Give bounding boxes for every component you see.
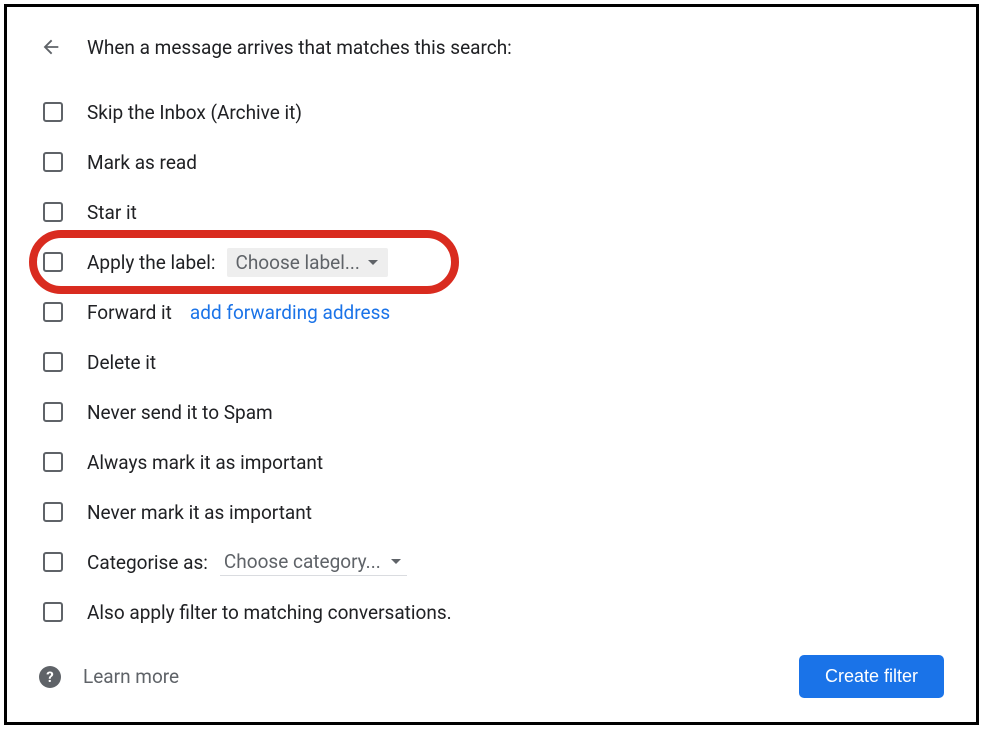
- text-apply-label: Apply the label:: [87, 251, 215, 274]
- option-apply-label: Apply the label: Choose label...: [41, 237, 944, 287]
- option-never-spam: Never send it to Spam: [41, 387, 944, 437]
- option-delete-it: Delete it: [41, 337, 944, 387]
- label-mark-read: Mark as read: [87, 151, 197, 174]
- dropdown-choose-label-text: Choose label...: [235, 251, 359, 274]
- link-learn-more[interactable]: Learn more: [83, 665, 179, 688]
- checkbox-delete-it[interactable]: [43, 352, 63, 372]
- option-mark-read: Mark as read: [41, 137, 944, 187]
- label-always-important: Always mark it as important: [87, 451, 323, 474]
- option-always-important: Always mark it as important: [41, 437, 944, 487]
- label-skip-inbox: Skip the Inbox (Archive it): [87, 101, 302, 124]
- label-also-apply: Also apply filter to matching conversati…: [87, 601, 452, 624]
- back-arrow-icon[interactable]: [39, 35, 63, 59]
- label-apply-label: Apply the label: Choose label...: [87, 248, 388, 277]
- option-skip-inbox: Skip the Inbox (Archive it): [41, 87, 944, 137]
- checkbox-star-it[interactable]: [43, 202, 63, 222]
- label-forward-it: Forward it add forwarding address: [87, 301, 390, 324]
- text-forward-it: Forward it: [87, 301, 172, 324]
- option-never-important: Never mark it as important: [41, 487, 944, 537]
- caret-down-icon: [391, 559, 401, 564]
- option-categorise: Categorise as: Choose category...: [41, 537, 944, 587]
- dropdown-choose-label[interactable]: Choose label...: [227, 248, 387, 277]
- dropdown-choose-category-text: Choose category...: [224, 550, 381, 573]
- checkbox-always-important[interactable]: [43, 452, 63, 472]
- option-star-it: Star it: [41, 187, 944, 237]
- dialog-title: When a message arrives that matches this…: [87, 36, 512, 59]
- create-filter-button[interactable]: Create filter: [799, 655, 944, 698]
- link-add-forwarding-address[interactable]: add forwarding address: [190, 301, 390, 324]
- checkbox-skip-inbox[interactable]: [43, 102, 63, 122]
- checkbox-also-apply[interactable]: [43, 602, 63, 622]
- option-forward-it: Forward it add forwarding address: [41, 287, 944, 337]
- caret-down-icon: [368, 260, 378, 265]
- checkbox-categorise[interactable]: [43, 552, 63, 572]
- checkbox-forward-it[interactable]: [43, 302, 63, 322]
- option-also-apply: Also apply filter to matching conversati…: [41, 587, 944, 637]
- label-delete-it: Delete it: [87, 351, 156, 374]
- filter-dialog: When a message arrives that matches this…: [4, 4, 979, 725]
- dialog-footer: ? Learn more Create filter: [39, 655, 944, 698]
- filter-options-list: Skip the Inbox (Archive it) Mark as read…: [41, 87, 944, 637]
- checkbox-never-spam[interactable]: [43, 402, 63, 422]
- checkbox-apply-label[interactable]: [43, 252, 63, 272]
- checkbox-never-important[interactable]: [43, 502, 63, 522]
- label-star-it: Star it: [87, 201, 137, 224]
- footer-left: ? Learn more: [39, 665, 179, 688]
- label-categorise: Categorise as: Choose category...: [87, 548, 407, 576]
- label-never-important: Never mark it as important: [87, 501, 312, 524]
- help-icon[interactable]: ?: [39, 666, 61, 688]
- dropdown-choose-category[interactable]: Choose category...: [220, 548, 407, 576]
- checkbox-mark-read[interactable]: [43, 152, 63, 172]
- label-never-spam: Never send it to Spam: [87, 401, 273, 424]
- text-categorise: Categorise as:: [87, 551, 208, 574]
- dialog-header: When a message arrives that matches this…: [39, 35, 944, 59]
